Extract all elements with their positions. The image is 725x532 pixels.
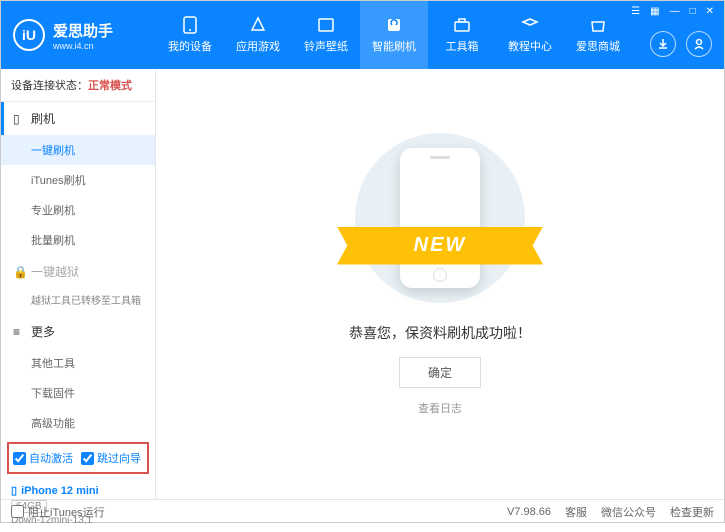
logo-text: 爱思助手 www.i4.cn	[53, 20, 113, 51]
sidebar: 设备连接状态：正常模式 ▯ 刷机 一键刷机 iTunes刷机 专业刷机 批量刷机…	[1, 69, 156, 499]
nav-apps[interactable]: 应用游戏	[224, 1, 292, 69]
view-log-link[interactable]: 查看日志	[418, 400, 462, 416]
success-illustration: NEW	[355, 133, 525, 303]
block-itunes-checkbox[interactable]: 阻止iTunes运行	[11, 504, 105, 520]
customer-service-link[interactable]: 客服	[565, 504, 587, 520]
toolbox-icon	[452, 16, 472, 34]
maximize-button[interactable]: □	[688, 6, 698, 17]
app-name: 爱思助手	[53, 20, 113, 41]
nav-store[interactable]: 爱思商城	[564, 1, 632, 69]
connection-status: 设备连接状态：正常模式	[1, 69, 155, 102]
sidebar-section-jailbreak: 🔒 一键越狱	[1, 255, 155, 288]
app-url: www.i4.cn	[53, 41, 113, 51]
check-update-link[interactable]: 检查更新	[670, 504, 714, 520]
window-controls: ☰ ▦ — □ ✕	[629, 1, 716, 21]
body-area: 设备连接状态：正常模式 ▯ 刷机 一键刷机 iTunes刷机 专业刷机 批量刷机…	[1, 69, 724, 499]
main-nav: 我的设备 应用游戏 铃声壁纸 智能刷机 工具箱 教程中心 爱思商城	[156, 1, 632, 69]
minimize-button[interactable]: —	[668, 6, 682, 17]
phone-icon	[180, 16, 200, 34]
sidebar-section-more[interactable]: ≡ 更多	[1, 315, 155, 348]
logo-icon: iU	[13, 19, 45, 51]
wallpaper-icon	[316, 16, 336, 34]
nav-ringtone[interactable]: 铃声壁纸	[292, 1, 360, 69]
jailbreak-note: 越狱工具已转移至工具箱	[1, 288, 155, 315]
app-header: iU 爱思助手 www.i4.cn 我的设备 应用游戏 铃声壁纸 智能刷机 工具…	[1, 1, 724, 69]
sidebar-item-itunes-flash[interactable]: iTunes刷机	[1, 165, 155, 195]
tutorial-icon	[520, 16, 540, 34]
checkbox-auto-activate[interactable]: 自动激活	[13, 450, 73, 466]
nav-flash[interactable]: 智能刷机	[360, 1, 428, 69]
nav-toolbox[interactable]: 工具箱	[428, 1, 496, 69]
status-mode: 正常模式	[88, 80, 132, 92]
phone-small-icon: ▯	[13, 112, 25, 126]
sidebar-item-pro-flash[interactable]: 专业刷机	[1, 195, 155, 225]
sidebar-item-advanced[interactable]: 高级功能	[1, 408, 155, 438]
options-row: 自动激活 跳过向导	[7, 442, 149, 474]
sidebar-item-download-firmware[interactable]: 下载固件	[1, 378, 155, 408]
footer-right: V7.98.66 客服 微信公众号 检查更新	[507, 504, 714, 520]
phone-tiny-icon: ▯	[11, 484, 17, 497]
header-action-icons	[650, 31, 712, 57]
lock-icon: 🔒	[13, 265, 25, 279]
download-button[interactable]	[650, 31, 676, 57]
wechat-link[interactable]: 微信公众号	[601, 504, 656, 520]
sidebar-section-flash[interactable]: ▯ 刷机	[1, 102, 155, 135]
store-icon	[588, 16, 608, 34]
flash-icon	[384, 16, 404, 34]
sidebar-item-oneclick-flash[interactable]: 一键刷机	[1, 135, 155, 165]
checkbox-skip-guide[interactable]: 跳过向导	[81, 450, 141, 466]
skin-icon[interactable]: ▦	[648, 6, 661, 17]
new-ribbon: NEW	[337, 227, 543, 265]
device-name[interactable]: ▯ iPhone 12 mini	[11, 484, 145, 497]
nav-my-device[interactable]: 我的设备	[156, 1, 224, 69]
nav-tutorial[interactable]: 教程中心	[496, 1, 564, 69]
sidebar-item-batch-flash[interactable]: 批量刷机	[1, 225, 155, 255]
phone-graphic	[400, 148, 480, 288]
user-button[interactable]	[686, 31, 712, 57]
main-content: NEW 恭喜您，保资料刷机成功啦！ 确定 查看日志	[156, 69, 724, 499]
settings-icon[interactable]: ☰	[629, 6, 642, 17]
sidebar-item-other-tools[interactable]: 其他工具	[1, 348, 155, 378]
footer-left: 阻止iTunes运行	[11, 504, 105, 520]
more-icon: ≡	[13, 325, 25, 339]
logo-area: iU 爱思助手 www.i4.cn	[1, 19, 156, 51]
version-label: V7.98.66	[507, 506, 551, 518]
apps-icon	[248, 16, 268, 34]
confirm-button[interactable]: 确定	[399, 357, 481, 388]
close-button[interactable]: ✕	[704, 6, 716, 17]
success-message: 恭喜您，保资料刷机成功啦！	[349, 323, 531, 343]
